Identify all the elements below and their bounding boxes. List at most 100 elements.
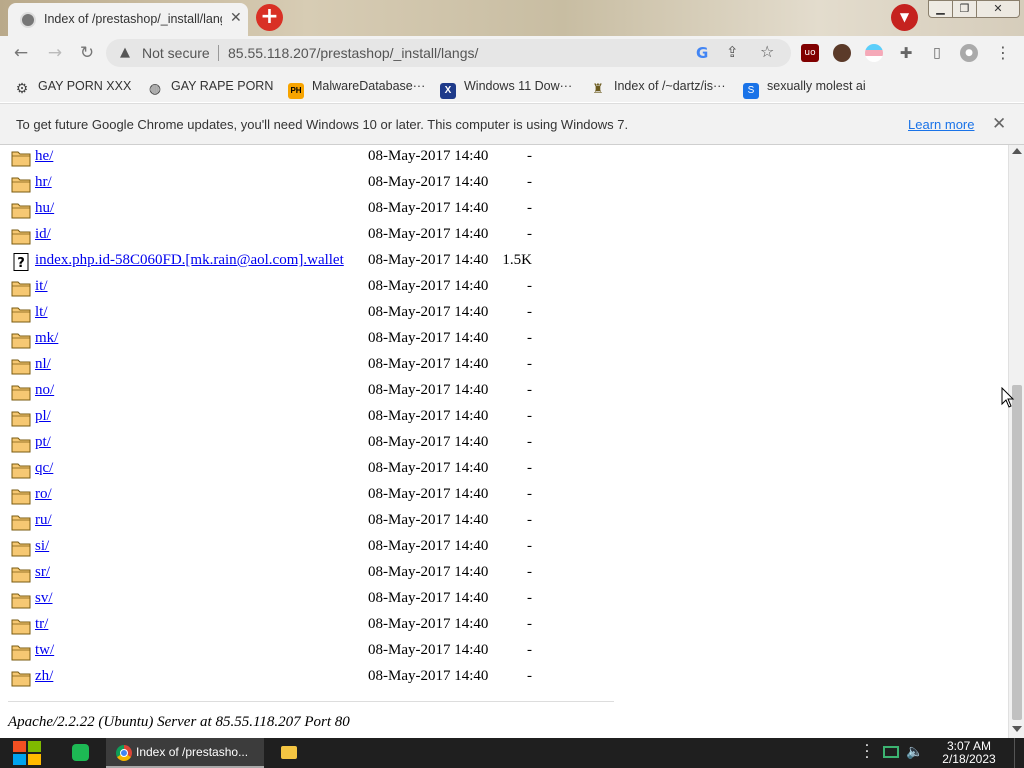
- entry-link[interactable]: hu/: [35, 200, 54, 217]
- reload-button[interactable]: ↻: [76, 42, 98, 64]
- listing-row: hr/08-May-2017 14:40 -: [0, 171, 1000, 197]
- minimize-button[interactable]: ▁: [928, 0, 953, 18]
- taskbar-chrome-button[interactable]: Index of /prestasho...: [106, 738, 264, 768]
- entry-link[interactable]: ru/: [35, 512, 52, 529]
- address-bar[interactable]: ▲ Not secure 85.55.118.207/prestashop/_i…: [106, 39, 791, 67]
- entry-link[interactable]: ro/: [35, 486, 52, 503]
- folder-icon[interactable]: [11, 435, 31, 453]
- folder-icon[interactable]: [11, 643, 31, 661]
- folder-icon[interactable]: [11, 383, 31, 401]
- entry-link[interactable]: it/: [35, 278, 48, 295]
- bookmark-item[interactable]: ⚙ GAY PORN XXX: [14, 77, 132, 96]
- entry-link[interactable]: lt/: [35, 304, 48, 321]
- bookmark-item[interactable]: Ssexually molest ai: [743, 77, 866, 99]
- folder-icon[interactable]: [11, 565, 31, 583]
- folder-icon[interactable]: [11, 461, 31, 479]
- folder-icon[interactable]: [11, 175, 31, 193]
- bookmark-star-icon[interactable]: ☆: [760, 42, 774, 61]
- bookmark-item[interactable]: PH MalwareDatabase···: [288, 77, 425, 99]
- divider: [218, 45, 219, 61]
- entry-date: 08-May-2017 14:40: [368, 278, 489, 294]
- browser-tab[interactable]: Index of /prestashop/_install/langs/ ✕: [8, 3, 248, 36]
- folder-icon[interactable]: [11, 305, 31, 323]
- folder-icon[interactable]: [11, 669, 31, 687]
- ublock-extension-icon[interactable]: uo: [801, 44, 819, 62]
- volume-icon[interactable]: 🔈: [906, 744, 923, 760]
- back-button[interactable]: ←: [10, 42, 32, 64]
- url-text[interactable]: 85.55.118.207/prestashop/_install/langs/: [228, 45, 478, 61]
- bookmark-item[interactable]: ◍ GAY RAPE PORN: [147, 77, 274, 96]
- entry-link[interactable]: mk/: [35, 330, 58, 347]
- entry-size: -: [527, 408, 532, 424]
- entry-link[interactable]: index.php.id-58C060FD.[mk.rain@aol.com].…: [35, 252, 344, 269]
- file-explorer-icon[interactable]: [281, 746, 297, 759]
- entry-link[interactable]: sv/: [35, 590, 53, 607]
- system-clock[interactable]: 3:07 AM 2/18/2023: [936, 740, 1002, 766]
- entry-link[interactable]: tr/: [35, 616, 48, 633]
- profile-icon[interactable]: ●: [960, 44, 978, 62]
- warning-icon[interactable]: ▲: [116, 44, 134, 62]
- entry-link[interactable]: sr/: [35, 564, 50, 581]
- entry-link[interactable]: id/: [35, 226, 51, 243]
- entry-link[interactable]: pl/: [35, 408, 51, 425]
- entry-link[interactable]: nl/: [35, 356, 51, 373]
- unknown-file-icon[interactable]: ?: [11, 253, 31, 271]
- entry-size: -: [527, 616, 532, 632]
- tab-search-button[interactable]: ▼: [891, 4, 918, 31]
- google-lens-icon[interactable]: G: [696, 44, 708, 62]
- share-icon[interactable]: ⇪: [726, 43, 739, 61]
- new-tab-button[interactable]: +: [256, 4, 283, 31]
- folder-icon[interactable]: [11, 617, 31, 635]
- windows-start-icon[interactable]: [10, 739, 44, 767]
- close-window-button[interactable]: ✕: [976, 0, 1020, 18]
- bookmark-item[interactable]: ♜ Index of /~dartz/is···: [590, 77, 725, 96]
- folder-icon[interactable]: [11, 201, 31, 219]
- scroll-down-icon[interactable]: [1012, 726, 1022, 732]
- vertical-scrollbar[interactable]: [1008, 145, 1024, 738]
- bookmark-label: Windows 11 Dow···: [464, 79, 573, 93]
- folder-icon[interactable]: [11, 149, 31, 167]
- entry-link[interactable]: qc/: [35, 460, 53, 477]
- folder-icon[interactable]: [11, 513, 31, 531]
- entry-link[interactable]: no/: [35, 382, 54, 399]
- side-panel-icon[interactable]: ▯: [928, 44, 946, 62]
- tray-overflow-icon[interactable]: · · ·: [864, 739, 870, 765]
- index-icon: ♜: [592, 81, 604, 96]
- learn-more-link[interactable]: Learn more: [908, 117, 974, 132]
- entry-link[interactable]: tw/: [35, 642, 54, 659]
- bookmark-item[interactable]: X Windows 11 Dow···: [440, 77, 573, 99]
- bookmark-label: GAY RAPE PORN: [171, 79, 274, 93]
- taskbar-chrome-label: Index of /prestasho...: [136, 745, 249, 759]
- folder-icon[interactable]: [11, 487, 31, 505]
- taskbar-app-icon[interactable]: [72, 744, 89, 761]
- entry-link[interactable]: pt/: [35, 434, 51, 451]
- close-icon[interactable]: ✕: [992, 114, 1006, 134]
- folder-icon[interactable]: [11, 357, 31, 375]
- menu-kebab-icon[interactable]: ⋮: [994, 44, 1012, 62]
- entry-link[interactable]: si/: [35, 538, 49, 555]
- folder-icon[interactable]: [11, 591, 31, 609]
- folder-icon[interactable]: [11, 409, 31, 427]
- entry-size: -: [527, 642, 532, 658]
- flag-extension-icon[interactable]: [865, 44, 883, 62]
- folder-icon[interactable]: [11, 539, 31, 557]
- entry-link[interactable]: he/: [35, 148, 53, 165]
- scroll-up-icon[interactable]: [1012, 148, 1022, 154]
- extensions-puzzle-icon[interactable]: ✚: [897, 44, 915, 62]
- minimize-icon: ▁: [936, 2, 945, 15]
- forward-button[interactable]: →: [44, 42, 66, 64]
- listing-row: mk/08-May-2017 14:40 -: [0, 327, 1000, 353]
- extension-avatar-icon[interactable]: [833, 44, 851, 62]
- entry-link[interactable]: hr/: [35, 174, 52, 191]
- security-label[interactable]: Not secure: [142, 45, 210, 61]
- listing-row: pt/08-May-2017 14:40 -: [0, 431, 1000, 457]
- entry-link[interactable]: zh/: [35, 668, 53, 685]
- show-desktop-button[interactable]: [1014, 738, 1024, 768]
- folder-icon[interactable]: [11, 279, 31, 297]
- restore-button[interactable]: ❐: [952, 0, 977, 18]
- tab-close-icon[interactable]: ✕: [230, 10, 242, 26]
- folder-icon[interactable]: [11, 227, 31, 245]
- folder-icon[interactable]: [11, 331, 31, 349]
- scroll-thumb[interactable]: [1012, 385, 1022, 720]
- network-icon[interactable]: [883, 746, 899, 758]
